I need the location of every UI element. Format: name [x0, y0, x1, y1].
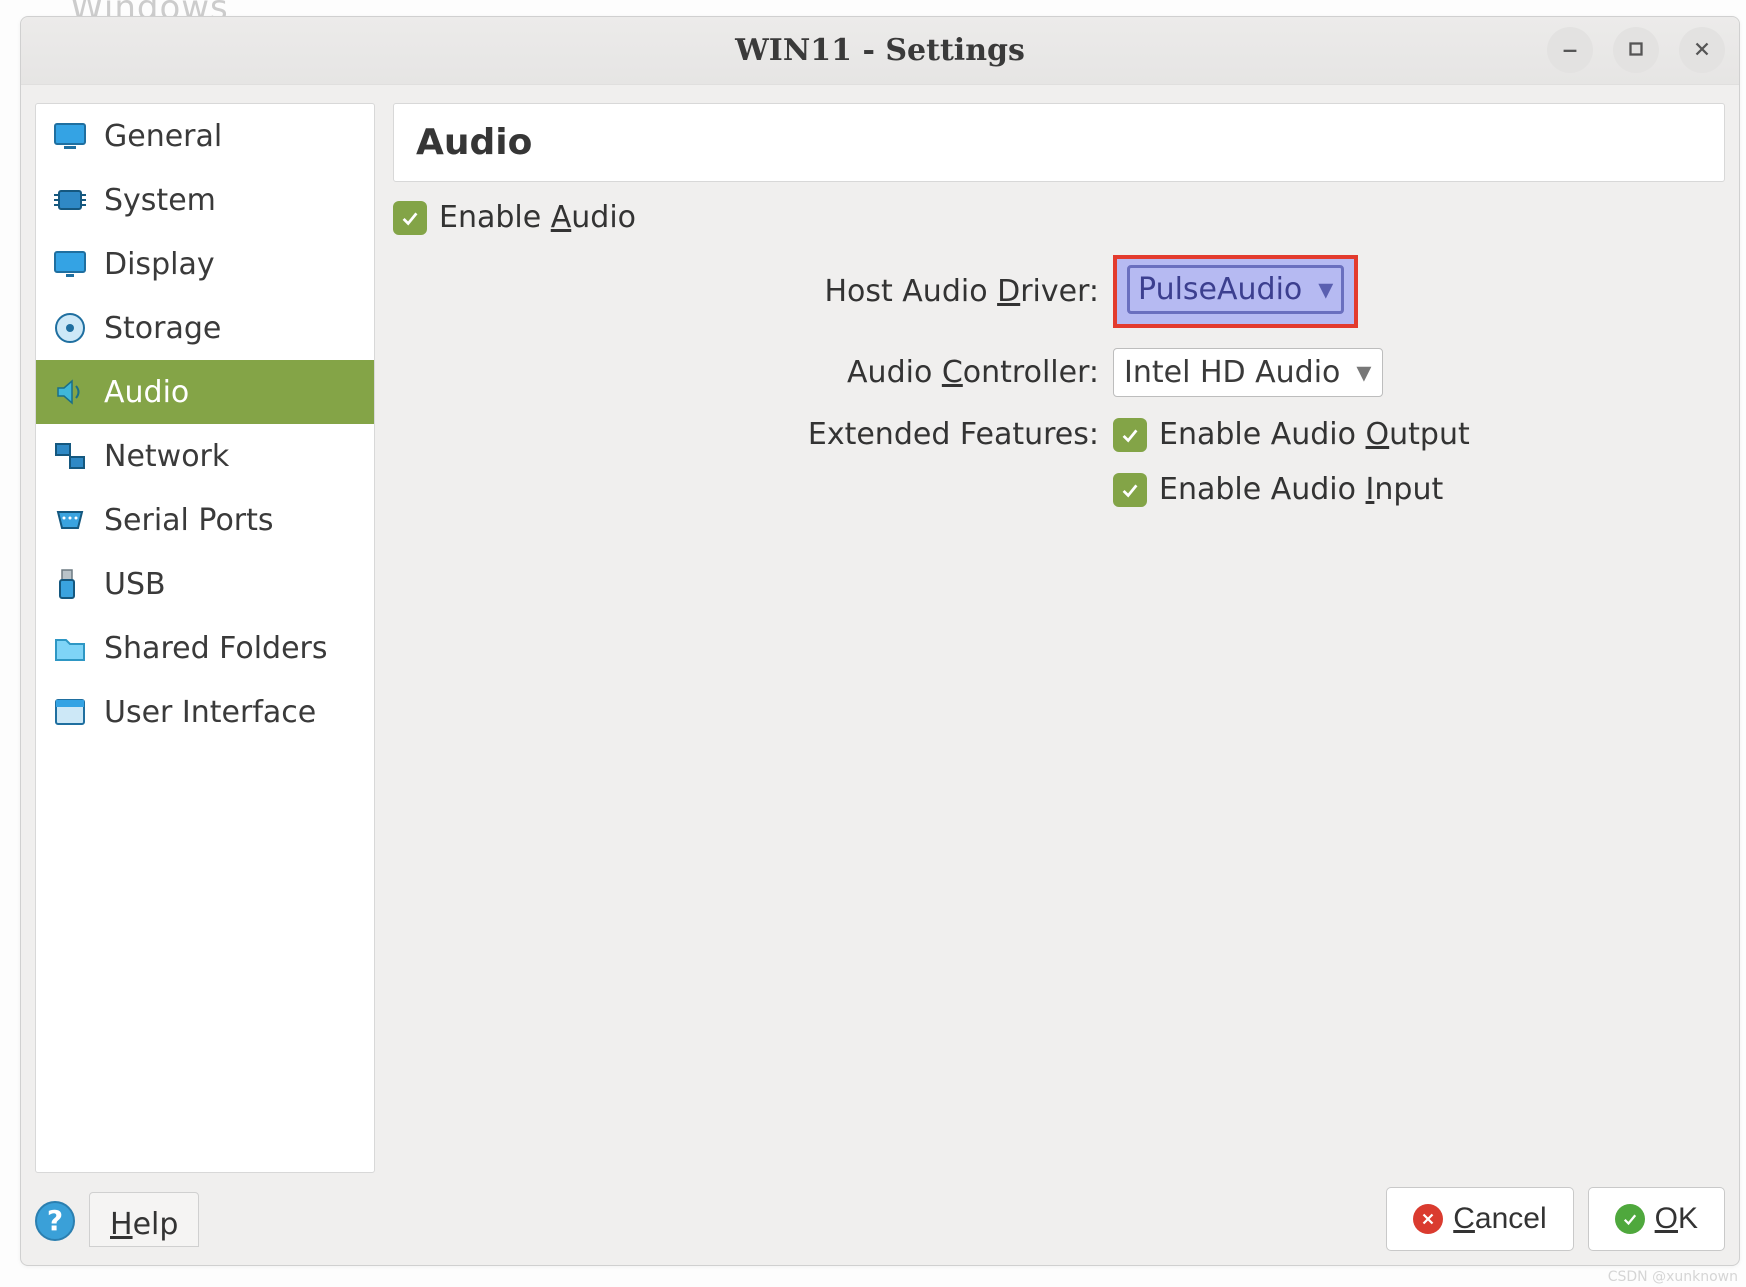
usb-icon: [50, 564, 90, 604]
chip-icon: [50, 180, 90, 220]
window-title: WIN11 - Settings: [735, 33, 1025, 68]
monitor-icon: [50, 116, 90, 156]
sidebar-item-label: Audio: [104, 375, 189, 410]
sidebar-item-label: Storage: [104, 311, 221, 346]
host-audio-driver-combo[interactable]: PulseAudio ▾: [1127, 265, 1344, 314]
display-icon: [50, 244, 90, 284]
check-icon: [399, 207, 421, 229]
check-icon: [1119, 479, 1141, 501]
enable-audio-output-checkbox[interactable]: [1113, 418, 1147, 452]
help-icon: ?: [35, 1201, 75, 1241]
sidebar-item-network[interactable]: Network: [36, 424, 374, 488]
help-button[interactable]: Help: [89, 1192, 199, 1247]
check-icon: [1119, 424, 1141, 446]
extended-features-output-row: Extended Features: Enable Audio Output: [393, 417, 1725, 452]
audio-controller-combo[interactable]: Intel HD Audio ▾: [1113, 348, 1383, 397]
sidebar-item-serial-ports[interactable]: Serial Ports: [36, 488, 374, 552]
host-audio-driver-label: Host Audio Driver:: [393, 274, 1113, 309]
ok-label: OK: [1655, 1202, 1698, 1236]
enable-audio-checkbox[interactable]: [393, 201, 427, 235]
sidebar-item-general[interactable]: General: [36, 104, 374, 168]
minimize-icon: [1559, 38, 1581, 63]
dialog-footer: ? Help Cancel OK: [21, 1173, 1739, 1265]
serial-port-icon: [50, 500, 90, 540]
extended-features-input-row: Enable Audio Input: [393, 472, 1725, 507]
enable-audio-input-label: Enable Audio Input: [1159, 472, 1443, 507]
host-audio-driver-row: Host Audio Driver: PulseAudio ▾: [393, 255, 1725, 328]
titlebar: WIN11 - Settings: [21, 17, 1739, 85]
enable-audio-row: Enable Audio: [393, 200, 1725, 235]
sidebar-item-label: System: [104, 183, 216, 218]
help-wrap: ? Help: [35, 1192, 199, 1247]
maximize-button[interactable]: [1613, 27, 1659, 73]
enable-audio-label: Enable Audio: [439, 200, 636, 235]
enable-audio-input-checkbox[interactable]: [1113, 473, 1147, 507]
sidebar-item-usb[interactable]: USB: [36, 552, 374, 616]
sidebar-item-system[interactable]: System: [36, 168, 374, 232]
minimize-button[interactable]: [1547, 27, 1593, 73]
sidebar-item-shared-folders[interactable]: Shared Folders: [36, 616, 374, 680]
cancel-icon: [1413, 1204, 1443, 1234]
sidebar-item-label: General: [104, 119, 222, 154]
sidebar-item-user-interface[interactable]: User Interface: [36, 680, 374, 744]
audio-controller-label: Audio Controller:: [393, 355, 1113, 390]
settings-dialog: WIN11 - Settings: [20, 16, 1740, 1266]
dialog-body: General System Display Storage: [21, 85, 1739, 1173]
close-icon: [1691, 38, 1713, 63]
chevron-down-icon: ▾: [1356, 355, 1371, 390]
sidebar-item-display[interactable]: Display: [36, 232, 374, 296]
sidebar-item-label: User Interface: [104, 695, 316, 730]
enable-audio-output-label: Enable Audio Output: [1159, 417, 1470, 452]
page-title: Audio: [393, 103, 1725, 182]
disk-icon: [50, 308, 90, 348]
ok-icon: [1615, 1204, 1645, 1234]
extended-features-label: Extended Features:: [393, 417, 1113, 452]
combo-value: Intel HD Audio: [1124, 355, 1340, 390]
chevron-down-icon: ▾: [1318, 272, 1333, 307]
maximize-icon: [1625, 38, 1647, 63]
sidebar-item-storage[interactable]: Storage: [36, 296, 374, 360]
speaker-icon: [50, 372, 90, 412]
sidebar-item-label: Network: [104, 439, 229, 474]
close-button[interactable]: [1679, 27, 1725, 73]
sidebar-item-label: USB: [104, 567, 166, 602]
folder-icon: [50, 628, 90, 668]
settings-content: Audio Enable Audio Host Audio Driver:: [393, 103, 1725, 1173]
sidebar-item-label: Serial Ports: [104, 503, 274, 538]
network-icon: [50, 436, 90, 476]
audio-form: Enable Audio Host Audio Driver: PulseAud…: [393, 194, 1725, 527]
sidebar-item-audio[interactable]: Audio: [36, 360, 374, 424]
ok-button[interactable]: OK: [1588, 1187, 1725, 1251]
annotation-highlight: PulseAudio ▾: [1113, 255, 1358, 328]
window-controls: [1547, 27, 1725, 73]
sidebar-item-label: Display: [104, 247, 215, 282]
audio-controller-row: Audio Controller: Intel HD Audio ▾: [393, 348, 1725, 397]
cancel-label: Cancel: [1453, 1202, 1546, 1236]
ui-icon: [50, 692, 90, 732]
watermark: CSDN @xunknown: [1608, 1269, 1738, 1285]
cancel-button[interactable]: Cancel: [1386, 1187, 1573, 1251]
combo-value: PulseAudio: [1138, 272, 1302, 307]
sidebar-item-label: Shared Folders: [104, 631, 328, 666]
settings-sidebar: General System Display Storage: [35, 103, 375, 1173]
